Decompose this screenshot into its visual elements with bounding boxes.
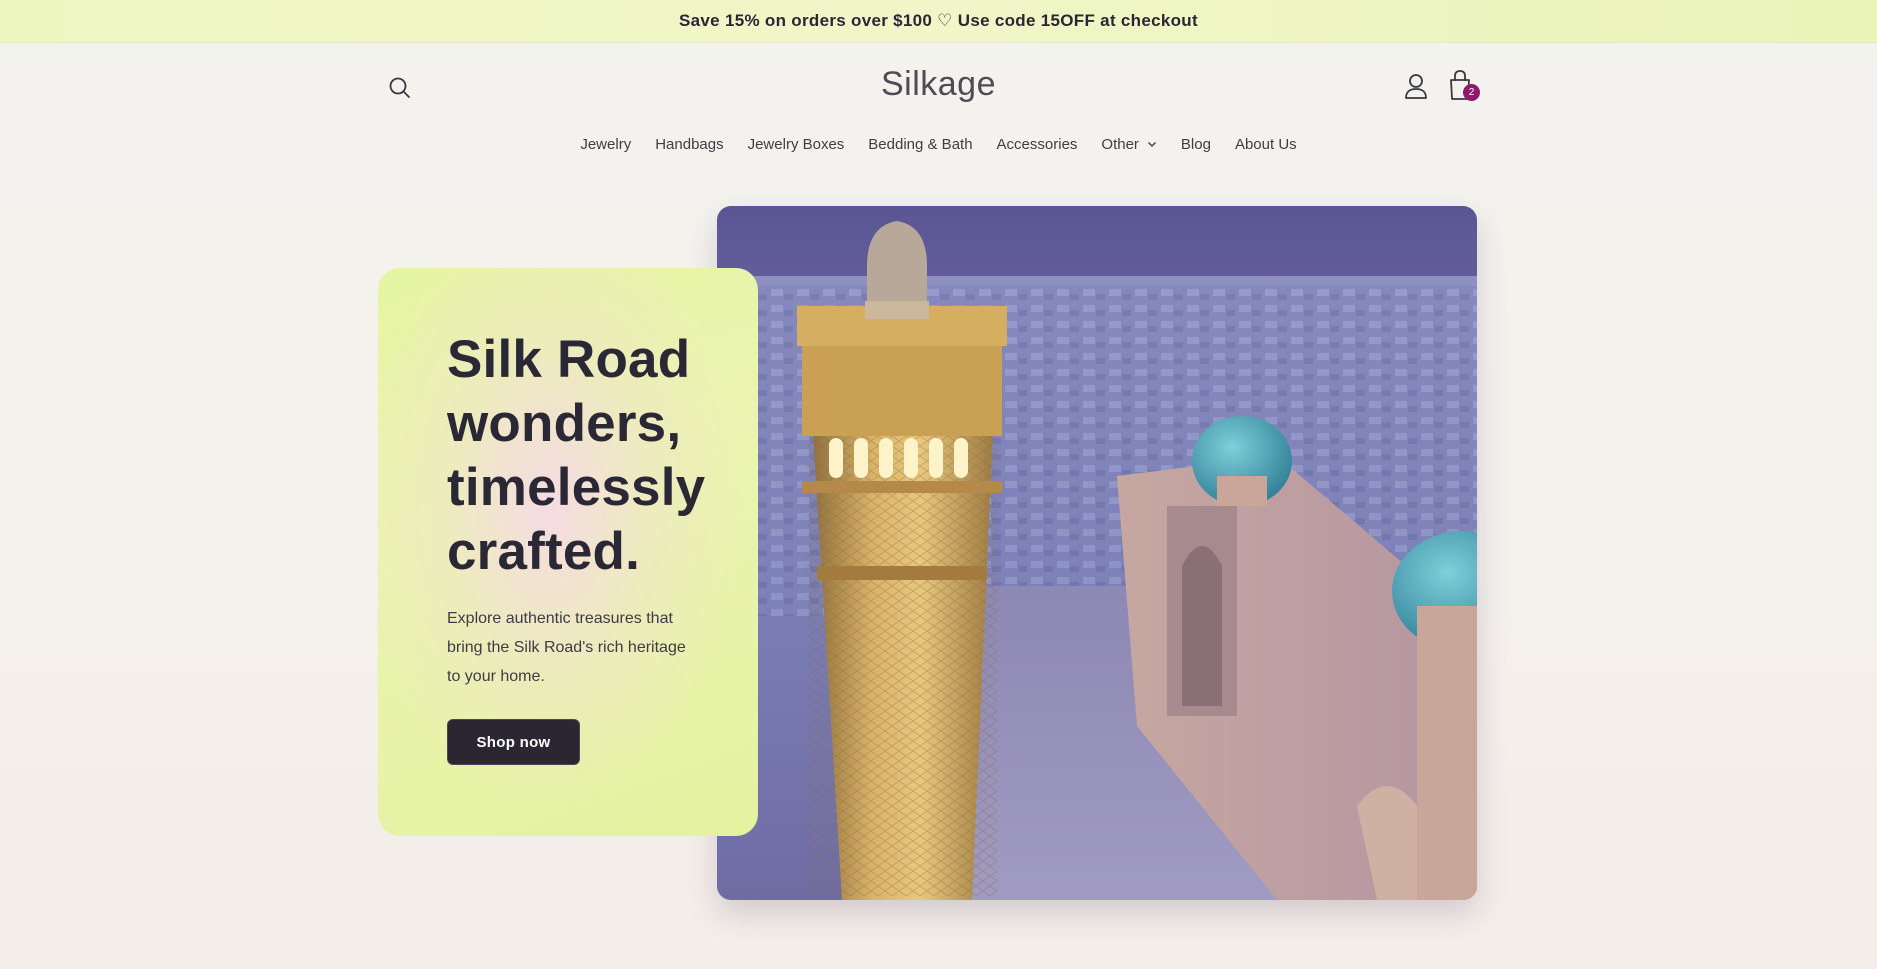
nav-item-jewelry-boxes[interactable]: Jewelry Boxes	[736, 136, 857, 153]
cart-button[interactable]: 2	[1447, 69, 1481, 105]
nav-item-jewelry[interactable]: Jewelry	[568, 136, 643, 153]
nav-item-label: Blog	[1180, 135, 1211, 153]
cart-count-badge: 2	[1463, 84, 1480, 101]
shop-now-button[interactable]: Shop now	[447, 719, 580, 765]
hero-title: Silk Road wonders, timelessly crafted.	[447, 330, 706, 581]
nav-item-label: Other	[1101, 135, 1139, 153]
announcement-text: Save 15% on orders over $100 ♡ Use code …	[679, 11, 1198, 30]
nav-item-blog[interactable]: Blog	[1169, 136, 1223, 153]
chevron-down-icon	[1147, 142, 1156, 147]
nav-item-label: Bedding & Bath	[868, 135, 973, 153]
nav-item-accessories[interactable]: Accessories	[985, 136, 1090, 153]
nav-item-about-us[interactable]: About Us	[1223, 136, 1309, 153]
nav-item-label: Jewelry Boxes	[747, 135, 845, 153]
account-icon[interactable]	[1403, 72, 1429, 102]
hero-subtitle: Explore authentic treasures that bring t…	[447, 610, 686, 685]
main-navigation: Jewelry Handbags Jewelry Boxes Bedding &…	[0, 131, 1877, 157]
site-logo[interactable]: Silkage	[0, 65, 1877, 104]
announcement-bar: Save 15% on orders over $100 ♡ Use code …	[0, 0, 1877, 43]
nav-item-label: Jewelry	[580, 135, 632, 153]
nav-item-other[interactable]: Other	[1089, 136, 1169, 153]
nav-item-handbags[interactable]: Handbags	[643, 136, 735, 153]
nav-item-label: About Us	[1234, 135, 1297, 153]
nav-item-label: Accessories	[996, 135, 1078, 153]
site-header: Silkage 2 Jewelry Handbags Jewelry Boxes…	[0, 43, 1877, 183]
hero-image	[717, 206, 1477, 900]
nav-item-bedding-bath[interactable]: Bedding & Bath	[856, 136, 984, 153]
nav-item-label: Handbags	[655, 135, 724, 153]
hero-card: Silk Road wonders, timelessly crafted. E…	[378, 268, 758, 836]
